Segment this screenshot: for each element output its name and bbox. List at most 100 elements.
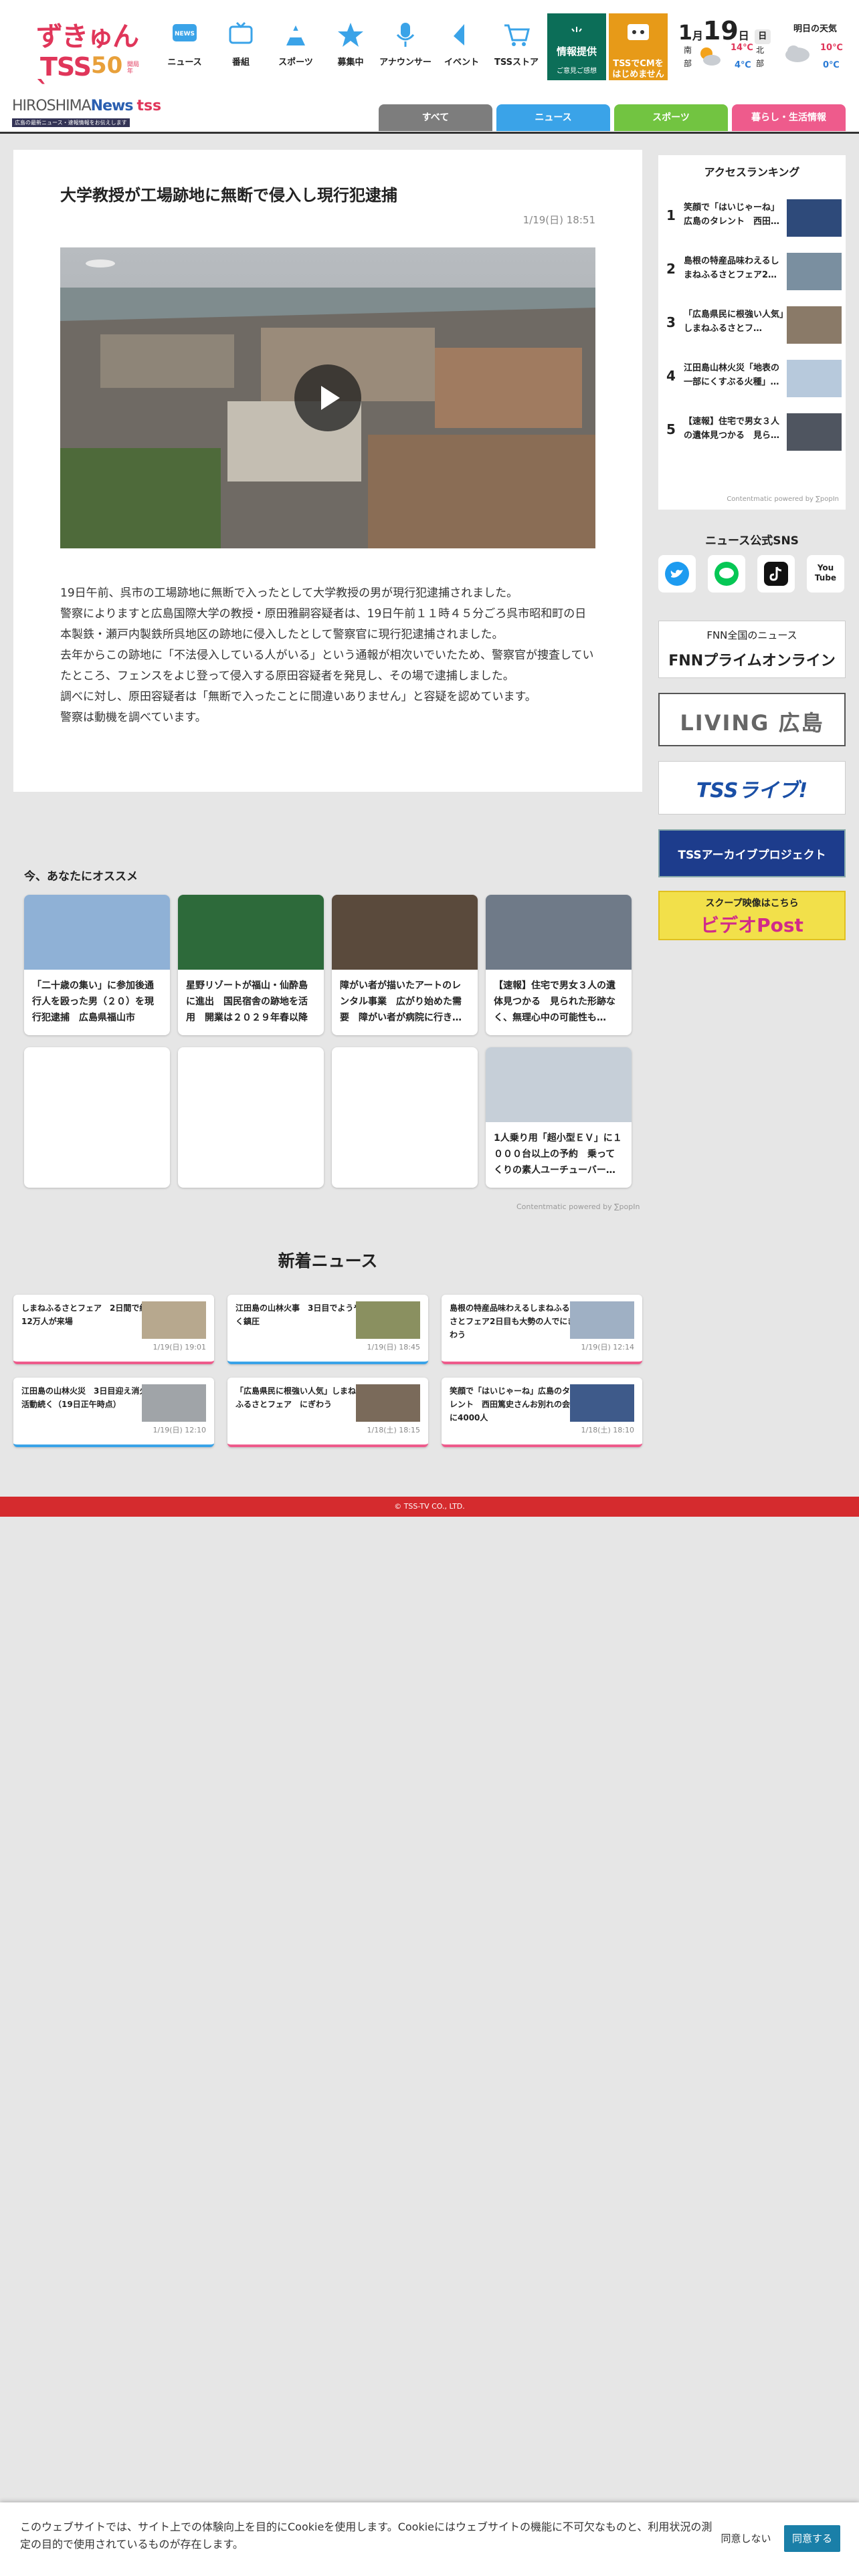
ranking-number: 3 — [666, 314, 676, 330]
article-paragraph: 19日午前、呉市の工場跡地に無断で入ったとして大学教授の男が現行犯逮捕されました… — [60, 586, 518, 600]
recommend-text: 障がい者が描いたアートのレンタル事業 広がり始めた需要 障がい者が病院に行き… — [340, 980, 462, 1023]
fnn-small: FNN全国のニュース — [706, 629, 797, 641]
ranking-item[interactable]: 1 笑顔で「はいじゃーね」広島のタレント 西田… — [658, 190, 846, 243]
twitter-link[interactable] — [658, 555, 696, 593]
access-ranking: アクセスランキング 1 笑顔で「はいじゃーね」広島のタレント 西田… 2 島根の… — [658, 155, 846, 510]
nav-label: アナウンサー — [379, 58, 432, 68]
new-news-text: 笑顔で「はいじゃーね」広島のタレント 西田篤史さんお別れの会に4000人 — [450, 1386, 571, 1422]
nav-item-4[interactable]: アナウンサー — [379, 20, 432, 74]
recommend-thumbnail — [332, 895, 478, 970]
recommend-card[interactable]: 【速報】住宅で男女３人の遺体見つかる 見られた形跡なく、無理心中の可能性も… — [486, 895, 632, 1035]
new-news-item[interactable]: 島根の特産品味わえるしまねふるさとフェア2日目も大勢の人でにぎわう 1/19(日… — [442, 1295, 642, 1364]
article-paragraph: 去年からこの跡地に「不法侵入している人がいる」という通報が相次いでいたため、警察… — [60, 649, 594, 683]
footer-copyright: © TSS-TV CO., LTD. — [0, 1497, 859, 1517]
star-icon — [336, 20, 365, 49]
ranking-item[interactable]: 4 江田島山林火災「地表の一部にくすぶる火種」… — [658, 350, 846, 404]
recommend-powered-by[interactable]: Contentmatic powered by ∑popIn — [516, 1202, 640, 1211]
sports-icon — [281, 20, 310, 49]
video-post-banner[interactable]: スクープ映像はこちら ビデオPost — [658, 891, 846, 940]
weather-today[interactable]: 南 部 14℃ 4℃ 北 部 — [681, 43, 768, 83]
new-news-item[interactable]: 江田島の山林火災 3日目迎え消火活動続く（19日正午時点） 1/19(日) 12… — [13, 1378, 214, 1447]
sns-title: ニュース公式SNS — [705, 534, 799, 548]
ranking-number: 1 — [666, 207, 676, 223]
ranking-text: 江田島山林火災「地表の一部にくすぶる火種」… — [684, 363, 780, 387]
new-news-thumbnail — [142, 1301, 206, 1339]
new-news-item[interactable]: しまねふるさとフェア 2日間で約12万人が来場 1/19(日) 19:01 — [13, 1295, 214, 1364]
tiktok-link[interactable] — [757, 555, 795, 593]
article-paragraph: 警察によりますと広島国際大学の教授・原田雅嗣容疑者は、19日午前１１時４５分ごろ… — [60, 607, 587, 641]
living-hiroshima-banner[interactable]: LIVING 広島 — [658, 693, 846, 746]
ranking-item[interactable]: 3 「広島県民に根強い人気」しまねふるさとフ… — [658, 297, 846, 350]
nav-item-3[interactable]: 募集中 — [324, 20, 377, 74]
hiroshima-news-logo[interactable]: HIROSHIMANews tss 広島の最新ニュース・速報情報をお伝えします — [12, 98, 179, 127]
date-month: 1 — [678, 21, 692, 45]
news-icon: NEWS — [170, 20, 199, 49]
nav-label: イベント — [444, 58, 479, 68]
new-news-item[interactable]: 笑顔で「はいじゃーね」広島のタレント 西田篤史さんお別れの会に4000人 1/1… — [442, 1378, 642, 1447]
tab-2[interactable]: スポーツ — [614, 104, 728, 131]
tab-0[interactable]: すべて — [379, 104, 492, 131]
recommend-card — [332, 1047, 478, 1188]
region-south-2: 部 — [684, 59, 692, 68]
recommend-text: 「二十歳の集い」に参加後通行人を殴った男（２０）を現行犯逮捕 広島県福山市 — [32, 980, 154, 1023]
logo-fifty: 50 — [91, 52, 123, 79]
site-name-a: HIROSHIMA — [12, 98, 92, 114]
new-news-text: 江田島の山林火災 3日目迎え消火活動続く（19日正午時点） — [21, 1386, 148, 1409]
cookie-decline-button[interactable]: 同意しない — [717, 2525, 775, 2552]
new-news-thumbnail — [356, 1384, 420, 1422]
recommend-card[interactable]: 障がい者が描いたアートのレンタル事業 広がり始めた需要 障がい者が病院に行き… — [332, 895, 478, 1035]
date-day: 19 — [702, 16, 739, 45]
logo-tss: TSS — [40, 52, 92, 82]
region-north-1: 北 — [756, 45, 765, 55]
tss-archive-banner[interactable]: TSSアーカイブプロジェクト — [658, 829, 846, 877]
new-news-thumbnail — [356, 1301, 420, 1339]
sparkle-icon — [571, 27, 582, 32]
nav-item-1[interactable]: 番組 — [214, 20, 268, 74]
living-label: LIVING 広島 — [680, 710, 824, 736]
article-video[interactable] — [60, 247, 595, 548]
cm-button[interactable]: TSSでCMを はじめませんか？ — [609, 13, 668, 90]
nav-label: 番組 — [231, 58, 250, 68]
nav-item-6[interactable]: TSSストア — [490, 20, 543, 74]
info-submit-button[interactable]: 情報提供 ご意見ご感想 — [547, 13, 606, 80]
article-timestamp: 1/19(日) 18:51 — [522, 214, 595, 226]
video-main: ビデオPost — [700, 914, 803, 936]
weather-tomorrow[interactable]: 明日の天気 10℃ 0℃ — [776, 19, 850, 79]
ranking-item[interactable]: 2 島根の特産品味わえるしまねふるさとフェア2… — [658, 243, 846, 297]
recommend-card — [178, 1047, 324, 1188]
cookie-accept-button[interactable]: 同意する — [784, 2525, 840, 2552]
new-news-item[interactable]: 江田島の山林火事 3日目でようやく鎮圧 1/19(日) 18:45 — [227, 1295, 428, 1364]
youtube-link[interactable]: You Tube — [807, 555, 844, 593]
new-news-text: 「広島県民に根強い人気」しまねふるさとフェア にぎわう — [235, 1386, 357, 1409]
fnn-prime-banner[interactable]: FNN全国のニュース FNNプライムオンライン — [658, 621, 846, 678]
info-sub: ご意見ご感想 — [557, 68, 597, 75]
ranking-powered-by[interactable]: Contentmatic powered by ∑popIn — [727, 496, 839, 503]
play-button[interactable] — [294, 364, 361, 431]
new-news-item[interactable]: 「広島県民に根強い人気」しまねふるさとフェア にぎわう 1/18(土) 18:1… — [227, 1378, 428, 1447]
tv-icon — [226, 20, 256, 49]
ranking-number: 5 — [666, 421, 676, 437]
recommend-card[interactable]: 「二十歳の集い」に参加後通行人を殴った男（２０）を現行犯逮捕 広島県福山市 — [24, 895, 170, 1035]
ranking-item[interactable]: 5 【速報】住宅で男女３人の遺体見つかる 見ら… — [658, 404, 846, 457]
new-news-date: 1/19(日) 18:45 — [367, 1343, 420, 1352]
recommend-thumbnail — [486, 1047, 632, 1122]
recommend-card[interactable]: 1人乗り用「超小型ＥＶ」に１０００台以上の予約 乗ってくりの素人ユーチューバー… — [486, 1047, 632, 1188]
site-sub: 広島の最新ニュース・速報情報をお伝えします — [12, 118, 130, 127]
nav-item-0[interactable]: NEWS ニュース — [158, 20, 211, 74]
youtube-icon: You Tube — [814, 563, 837, 582]
tab-3[interactable]: 暮らし・生活情報 — [732, 104, 846, 131]
date-display: 1月19日日 — [678, 16, 771, 45]
recommend-card[interactable]: 星野リゾートが福山・仙酔島に進出 国民宿舎の跡地を活用 開業は２０２９年春以降 — [178, 895, 324, 1035]
ranking-thumbnail — [787, 413, 842, 451]
sun-cloud-icon — [700, 47, 721, 66]
tss-50th-logo[interactable]: ずきゅんˎ TSS 50 開局年 — [35, 15, 142, 84]
tab-1[interactable]: ニュース — [496, 104, 610, 131]
line-link[interactable] — [708, 555, 745, 593]
nav-item-2[interactable]: スポーツ — [269, 20, 322, 74]
nav-item-5[interactable]: イベント — [435, 20, 488, 74]
south-low-temp: 4℃ — [735, 60, 751, 70]
new-news-text: 江田島の山林火事 3日目でようやく鎮圧 — [235, 1303, 362, 1326]
tss-live-banner[interactable]: TSSライブ! — [658, 761, 846, 815]
recommend-card — [24, 1047, 170, 1188]
line-icon — [719, 568, 734, 578]
